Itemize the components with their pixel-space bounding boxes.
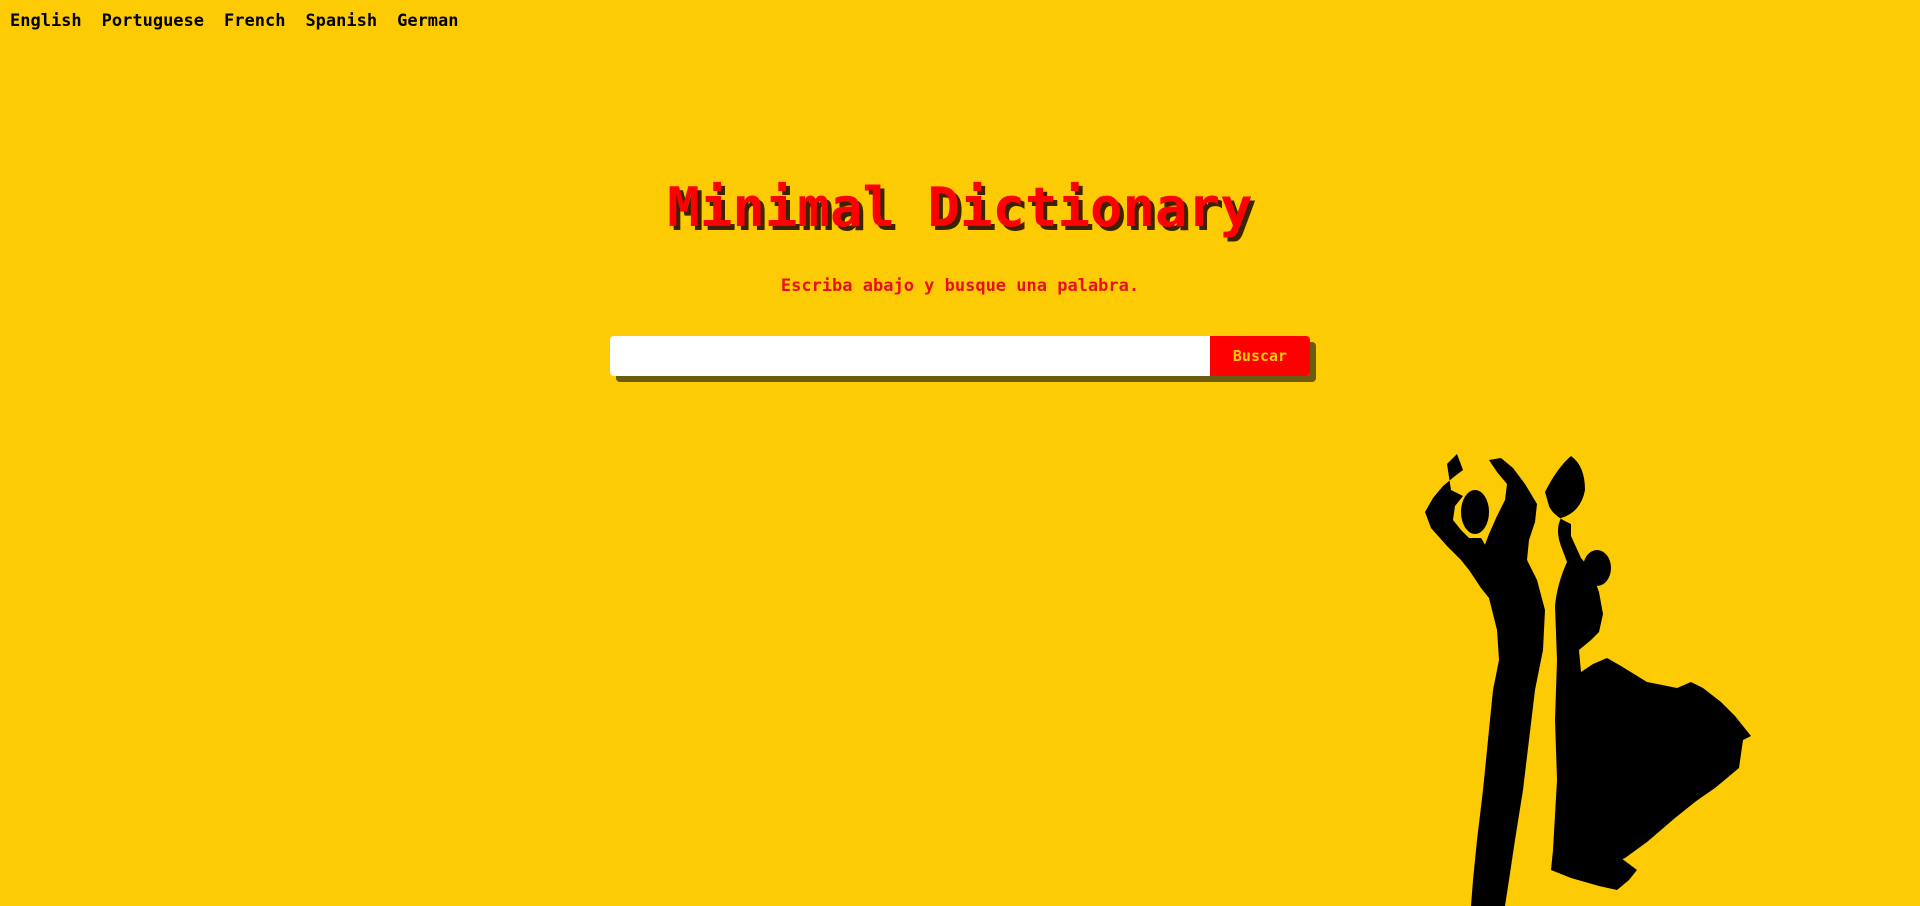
subtitle: Escriba abajo y busque una palabra. (780, 276, 1140, 296)
page-title: Minimal Dictionary (667, 176, 1253, 239)
hero: Minimal Dictionary Escriba abajo y busqu… (0, 168, 1920, 296)
female-dancer-head (1583, 550, 1611, 586)
language-link-portuguese[interactable]: Portuguese (102, 9, 204, 33)
language-link-german[interactable]: German (397, 9, 458, 33)
language-link-french[interactable]: French (224, 9, 285, 33)
search-input[interactable] (610, 336, 1210, 376)
flamenco-dancers-illustration (1425, 454, 1751, 906)
language-link-english[interactable]: English (10, 9, 82, 33)
search-form: Buscar (610, 336, 1310, 376)
language-nav: English Portuguese French Spanish German (10, 9, 459, 33)
male-dancer-head (1461, 490, 1489, 534)
search-button[interactable]: Buscar (1210, 336, 1310, 376)
language-link-spanish[interactable]: Spanish (305, 9, 377, 33)
